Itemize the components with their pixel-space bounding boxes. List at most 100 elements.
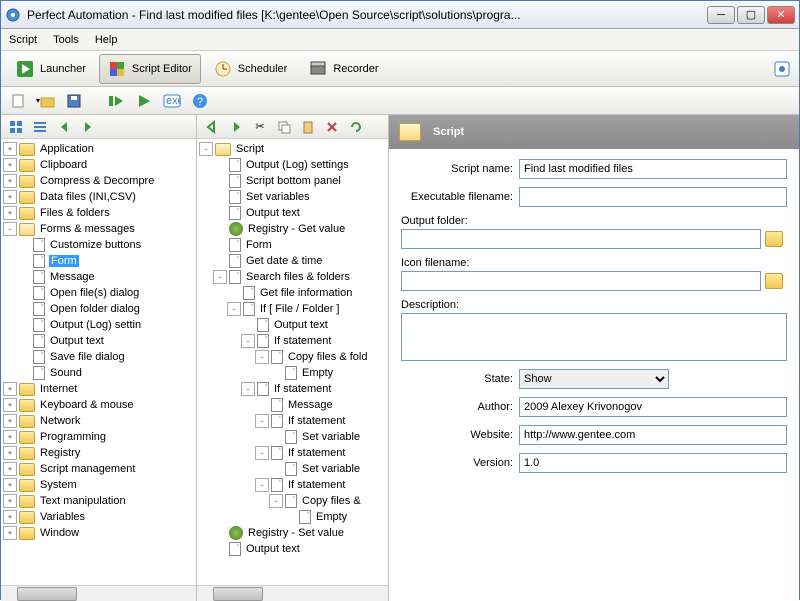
collapse-icon[interactable]: -	[255, 414, 269, 428]
delete-icon[interactable]	[321, 116, 343, 138]
paste-icon[interactable]	[297, 116, 319, 138]
menu-tools[interactable]: Tools	[53, 34, 79, 46]
tree-item[interactable]: -If statement	[199, 381, 386, 397]
tree-item[interactable]: Output text	[199, 317, 386, 333]
tree-item[interactable]: +Programming	[3, 429, 194, 445]
cut-icon[interactable]: ✂	[249, 116, 271, 138]
author-input[interactable]	[519, 397, 787, 417]
state-select[interactable]: Show	[519, 369, 669, 389]
save-button[interactable]	[63, 90, 85, 112]
tree-item[interactable]: Get file information	[199, 285, 386, 301]
forward-icon[interactable]	[77, 116, 99, 138]
expand-icon[interactable]: +	[3, 510, 17, 524]
tree-item[interactable]: +Network	[3, 413, 194, 429]
tree-item[interactable]: +Files & folders	[3, 205, 194, 221]
tree-item[interactable]: +Variables	[3, 509, 194, 525]
tree-item[interactable]: +Internet	[3, 381, 194, 397]
new-button[interactable]	[7, 90, 29, 112]
tree-item[interactable]: Set variables	[199, 189, 386, 205]
refresh-icon[interactable]	[345, 116, 367, 138]
tree-item[interactable]: Registry - Get value	[199, 221, 386, 237]
tree-item[interactable]: -If statement	[199, 445, 386, 461]
expand-icon[interactable]: +	[3, 398, 17, 412]
nav-back-icon[interactable]	[201, 116, 223, 138]
minimize-button[interactable]: ─	[707, 6, 735, 24]
collapse-icon[interactable]: -	[241, 382, 255, 396]
tree-item[interactable]: Customize buttons	[3, 237, 194, 253]
tree-item[interactable]: -If statement	[199, 413, 386, 429]
tree-item[interactable]: -If statement	[199, 333, 386, 349]
close-button[interactable]: ✕	[767, 6, 795, 24]
tree-item[interactable]: +Application	[3, 141, 194, 157]
menu-script[interactable]: Script	[9, 34, 37, 46]
grid-icon[interactable]	[5, 116, 27, 138]
tree-item[interactable]: Form	[3, 253, 194, 269]
tree-item[interactable]: +Script management	[3, 461, 194, 477]
tab-script-editor[interactable]: Script Editor	[99, 54, 201, 84]
exe-filename-input[interactable]	[519, 187, 787, 207]
expand-icon[interactable]: +	[3, 478, 17, 492]
output-folder-input[interactable]	[401, 229, 761, 249]
tab-recorder[interactable]: Recorder	[300, 54, 387, 84]
expand-icon[interactable]: +	[3, 494, 17, 508]
collapse-icon[interactable]: -	[255, 350, 269, 364]
collapse-icon[interactable]: -	[269, 494, 283, 508]
tree-item[interactable]: -If [ File / Folder ]	[199, 301, 386, 317]
tab-scheduler[interactable]: Scheduler	[205, 54, 297, 84]
tree-item[interactable]: -Copy files &	[199, 493, 386, 509]
left-scrollbar[interactable]	[1, 585, 196, 601]
collapse-icon[interactable]: -	[3, 222, 17, 236]
collapse-icon[interactable]: -	[255, 446, 269, 460]
expand-icon[interactable]: +	[3, 158, 17, 172]
tree-item[interactable]: Registry - Set value	[199, 525, 386, 541]
tree-item[interactable]: Set variable	[199, 461, 386, 477]
tree-item[interactable]: -Forms & messages	[3, 221, 194, 237]
description-input[interactable]	[401, 313, 787, 361]
tree-item[interactable]: Output (Log) settin	[3, 317, 194, 333]
exe-button[interactable]: exe	[161, 90, 183, 112]
tree-item[interactable]: Set variable	[199, 429, 386, 445]
menu-help[interactable]: Help	[95, 34, 118, 46]
version-input[interactable]	[519, 453, 787, 473]
tree-item[interactable]: +Text manipulation	[3, 493, 194, 509]
tree-item[interactable]: Script bottom panel	[199, 173, 386, 189]
expand-icon[interactable]: +	[3, 174, 17, 188]
expand-icon[interactable]: +	[3, 526, 17, 540]
tab-launcher[interactable]: Launcher	[7, 54, 95, 84]
tree-item[interactable]: Empty	[199, 509, 386, 525]
browse-icon-icon[interactable]	[765, 273, 783, 289]
collapse-icon[interactable]: -	[241, 334, 255, 348]
tree-item[interactable]: Save file dialog	[3, 349, 194, 365]
tree-item[interactable]: Output text	[199, 541, 386, 557]
maximize-button[interactable]: ▢	[737, 6, 765, 24]
help-button[interactable]: ?	[189, 90, 211, 112]
expand-icon[interactable]: +	[3, 446, 17, 460]
tree-item[interactable]: Open file(s) dialog	[3, 285, 194, 301]
tree-item[interactable]: Output text	[3, 333, 194, 349]
tree-item[interactable]: +Clipboard	[3, 157, 194, 173]
commands-tree[interactable]: +Application+Clipboard+Compress & Decomp…	[1, 139, 196, 585]
collapse-icon[interactable]: -	[213, 270, 227, 284]
expand-icon[interactable]: +	[3, 382, 17, 396]
expand-icon[interactable]: +	[3, 206, 17, 220]
website-input[interactable]	[519, 425, 787, 445]
tree-item[interactable]: +System	[3, 477, 194, 493]
expand-icon[interactable]: +	[3, 142, 17, 156]
browse-folder-icon[interactable]	[765, 231, 783, 247]
tree-item[interactable]: +Window	[3, 525, 194, 541]
script-name-input[interactable]	[519, 159, 787, 179]
copy-icon[interactable]	[273, 116, 295, 138]
open-button[interactable]: ▾	[35, 90, 57, 112]
expand-icon[interactable]: +	[3, 462, 17, 476]
tree-item[interactable]: +Keyboard & mouse	[3, 397, 194, 413]
back-icon[interactable]	[53, 116, 75, 138]
tree-item[interactable]: Output (Log) settings	[199, 157, 386, 173]
list-icon[interactable]	[29, 116, 51, 138]
tree-item[interactable]: -Script	[199, 141, 386, 157]
tree-item[interactable]: Message	[199, 397, 386, 413]
run-button[interactable]	[133, 90, 155, 112]
icon-filename-input[interactable]	[401, 271, 761, 291]
tree-item[interactable]: Message	[3, 269, 194, 285]
expand-icon[interactable]: +	[3, 414, 17, 428]
script-tree[interactable]: -ScriptOutput (Log) settingsScript botto…	[197, 139, 388, 585]
